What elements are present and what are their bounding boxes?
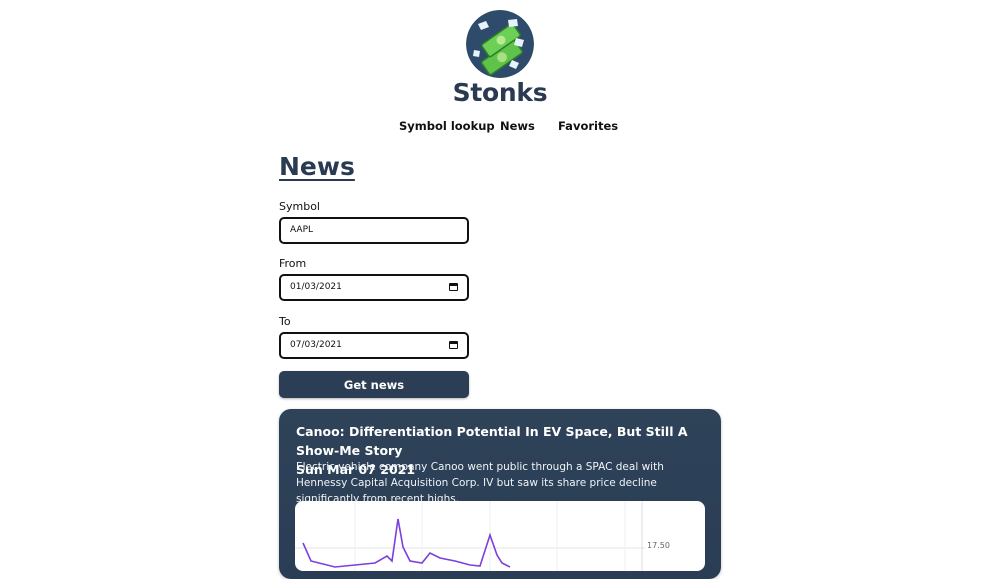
nav-symbol-lookup[interactable]: Symbol lookup <box>399 119 495 133</box>
to-date-value: 07/03/2021 <box>290 340 342 350</box>
price-chart: 17.50 <box>295 501 705 571</box>
calendar-icon[interactable] <box>449 341 458 349</box>
symbol-input[interactable]: AAPL <box>279 217 469 244</box>
from-date-input[interactable]: 01/03/2021 <box>279 274 469 301</box>
article-title: Canoo: Differentiation Potential In EV S… <box>296 424 688 458</box>
brand-name: Stonks <box>452 78 548 107</box>
y-axis-tick: 17.50 <box>647 541 670 550</box>
nav-favorites[interactable]: Favorites <box>558 119 618 133</box>
page-title: News <box>279 152 355 181</box>
from-label: From <box>279 257 307 270</box>
get-news-button[interactable]: Get news <box>279 371 469 398</box>
article-summary: Electric vehicle company Canoo went publ… <box>296 461 664 505</box>
from-date-value: 01/03/2021 <box>290 282 342 292</box>
symbol-label: Symbol <box>279 200 320 213</box>
symbol-input-value: AAPL <box>290 225 314 235</box>
news-card[interactable]: Canoo: Differentiation Potential In EV S… <box>279 409 721 579</box>
calendar-icon[interactable] <box>449 283 458 291</box>
to-date-input[interactable]: 07/03/2021 <box>279 332 469 359</box>
to-label: To <box>279 315 291 328</box>
nav-news[interactable]: News <box>500 119 535 133</box>
app-logo <box>466 10 534 78</box>
